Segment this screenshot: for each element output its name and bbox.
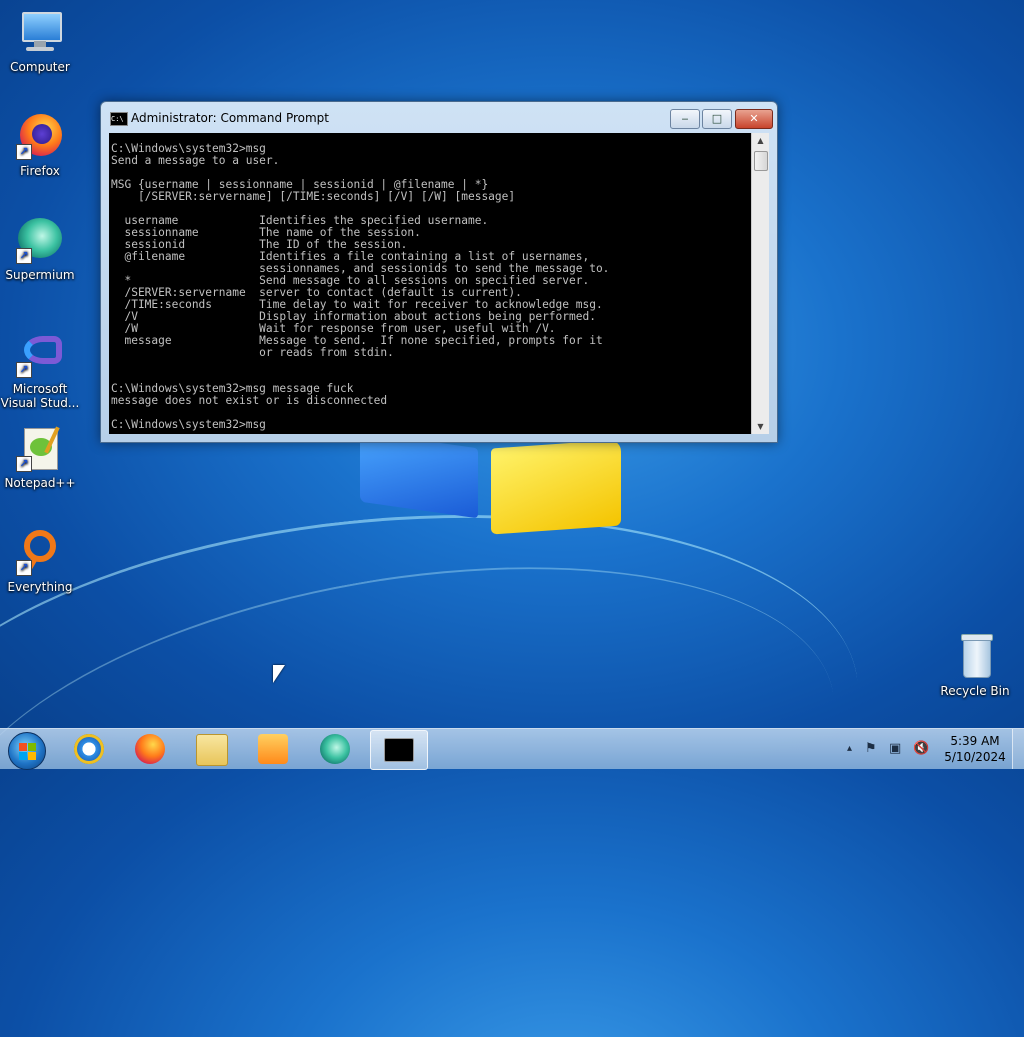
supermium-icon	[320, 734, 350, 764]
taskbar-windows-explorer[interactable]	[185, 730, 239, 768]
media-player-icon	[258, 734, 288, 764]
scroll-up-arrow-icon[interactable]: ▲	[752, 133, 769, 148]
shortcut-arrow-icon: ↗	[16, 362, 32, 378]
taskbar-supermium[interactable]	[308, 730, 362, 768]
command-prompt-icon	[384, 738, 414, 762]
desktop-icon-recycle-bin[interactable]: Recycle Bin	[935, 632, 1015, 698]
volume-muted-icon[interactable]: 🔇	[913, 741, 929, 756]
folder-icon	[196, 734, 228, 766]
vertical-scrollbar[interactable]: ▲ ▼	[751, 133, 769, 434]
desktop-icon-label: Computer	[10, 60, 70, 74]
scroll-thumb[interactable]	[754, 151, 768, 171]
firefox-icon: ↗	[16, 112, 64, 160]
desktop-icon-label: Everything	[7, 580, 73, 594]
shortcut-arrow-icon: ↗	[16, 456, 32, 472]
notepadpp-icon: ↗	[16, 424, 64, 472]
taskbar-internet-explorer[interactable]	[62, 730, 116, 768]
desktop-icon-computer[interactable]: Computer	[0, 8, 80, 74]
firefox-icon	[135, 734, 165, 764]
command-prompt-window[interactable]: C:\ Administrator: Command Prompt ‒ □ ✕ …	[100, 101, 778, 443]
start-button[interactable]	[8, 732, 46, 770]
taskbar-command-prompt[interactable]	[370, 730, 428, 770]
close-button[interactable]: ✕	[735, 109, 773, 129]
desktop-icon-label: Notepad++	[4, 476, 76, 490]
windows-wallpaper-logo	[355, 431, 625, 540]
windows-logo-icon	[19, 743, 27, 751]
console-text: C:\Windows\system32>msg Send a message t…	[111, 142, 610, 431]
taskbar: ▴ ⚑ ▣ 🔇 5:39 AM 5/10/2024	[0, 728, 1024, 770]
recycle-bin-icon	[951, 632, 999, 680]
computer-icon	[16, 8, 64, 56]
desktop-icon-label: Microsoft Visual Stud...	[0, 382, 80, 410]
minimize-button[interactable]: ‒	[670, 109, 700, 129]
shortcut-arrow-icon: ↗	[16, 560, 32, 576]
desktop-icon-supermium[interactable]: ↗ Supermium	[0, 216, 80, 282]
command-prompt-icon: C:\	[110, 112, 128, 126]
show-desktop-button[interactable]	[1012, 729, 1024, 769]
internet-explorer-icon	[74, 734, 104, 764]
action-center-flag-icon[interactable]: ⚑	[865, 741, 877, 756]
desktop-icon-visual-studio[interactable]: ↗ Microsoft Visual Stud...	[0, 330, 80, 410]
supermium-icon: ↗	[16, 216, 64, 264]
window-titlebar[interactable]: C:\ Administrator: Command Prompt ‒ □ ✕	[101, 102, 777, 132]
mouse-cursor-icon	[273, 665, 285, 683]
taskbar-media-player[interactable]	[246, 730, 300, 768]
shortcut-arrow-icon: ↗	[16, 248, 32, 264]
clock-date: 5/10/2024	[944, 750, 1006, 764]
desktop-icon-label: Supermium	[5, 268, 75, 282]
everything-icon: ↗	[16, 528, 64, 576]
desktop-icon-firefox[interactable]: ↗ Firefox	[0, 112, 80, 178]
desktop-icon-notepadpp[interactable]: ↗ Notepad++	[0, 424, 80, 490]
network-icon[interactable]: ▣	[889, 741, 901, 756]
window-title: Administrator: Command Prompt	[131, 111, 329, 125]
desktop-icon-everything[interactable]: ↗ Everything	[0, 528, 80, 594]
show-hidden-icons-icon[interactable]: ▴	[847, 743, 852, 754]
clock-time: 5:39 AM	[950, 734, 1000, 748]
desktop-icon-label: Firefox	[20, 164, 60, 178]
shortcut-arrow-icon: ↗	[16, 144, 32, 160]
console-output-area[interactable]: C:\Windows\system32>msg Send a message t…	[109, 133, 751, 434]
scroll-down-arrow-icon[interactable]: ▼	[752, 419, 769, 434]
visual-studio-icon: ↗	[16, 330, 64, 378]
desktop-icon-label: Recycle Bin	[940, 684, 1010, 698]
taskbar-firefox[interactable]	[123, 730, 177, 768]
taskbar-clock[interactable]: 5:39 AM 5/10/2024	[940, 733, 1010, 765]
maximize-button[interactable]: □	[702, 109, 732, 129]
